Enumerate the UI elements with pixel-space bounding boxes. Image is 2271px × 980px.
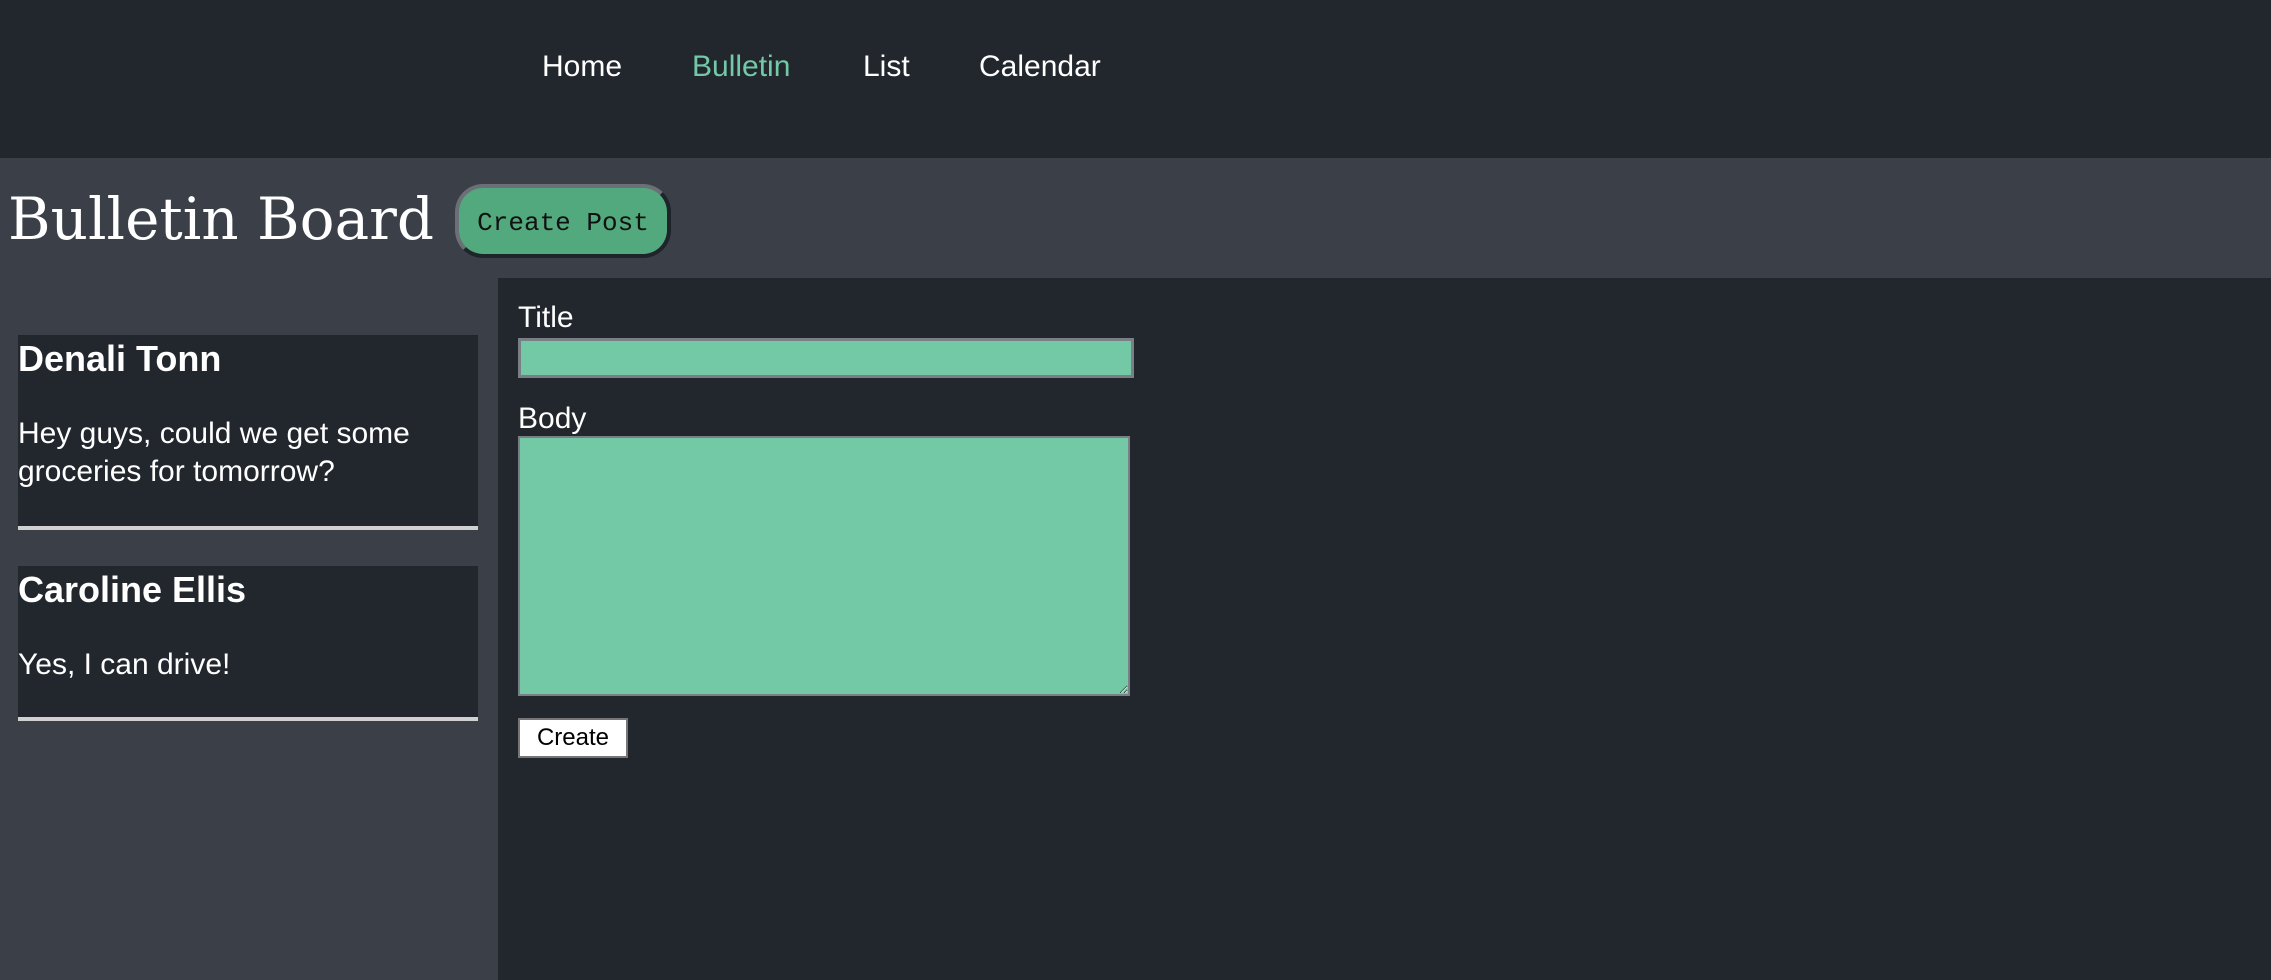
body-label: Body <box>518 402 587 435</box>
title-label: Title <box>518 301 574 334</box>
post-author: Denali Tonn <box>18 338 222 379</box>
page-title: Bulletin Board <box>8 185 435 253</box>
nav-home-link[interactable]: Home <box>542 47 622 87</box>
nav-calendar-link[interactable]: Calendar <box>979 47 1101 87</box>
top-navigation: Home Bulletin List Calendar <box>0 0 2271 158</box>
create-post-form: Title Body Create <box>498 278 2271 980</box>
post-author: Caroline Ellis <box>18 569 247 610</box>
nav-bulletin-link[interactable]: Bulletin <box>692 47 790 87</box>
create-submit-button[interactable]: Create <box>518 718 628 758</box>
page-header: Bulletin Board Create Post <box>0 158 2271 278</box>
create-post-button[interactable]: Create Post <box>455 184 671 258</box>
posts-sidebar: Denali Tonn Hey guys, could we get some … <box>0 278 498 980</box>
title-input[interactable] <box>518 338 1134 378</box>
post-body: Hey guys, could we get some groceries fo… <box>18 417 410 488</box>
post-body: Yes, I can drive! <box>18 648 231 681</box>
nav-list-link[interactable]: List <box>863 47 910 87</box>
post-card: Caroline Ellis Yes, I can drive! <box>18 566 478 721</box>
body-textarea[interactable] <box>518 436 1130 696</box>
post-card: Denali Tonn Hey guys, could we get some … <box>18 335 478 530</box>
